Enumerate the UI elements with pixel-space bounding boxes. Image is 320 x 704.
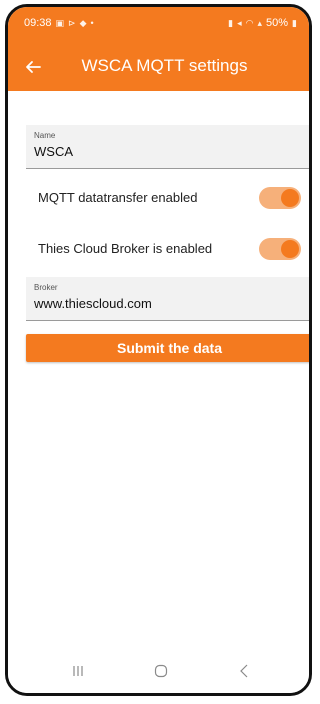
broker-field-label: Broker bbox=[34, 283, 58, 292]
toggle-knob bbox=[281, 240, 299, 258]
name-field-value[interactable]: WSCA bbox=[34, 144, 73, 159]
status-time: 09:38 bbox=[24, 17, 52, 29]
back-icon bbox=[240, 664, 248, 678]
phone-frame: 09:38 ▣ ⊳ ◆ • ▮ ◂ ◠ ▴ 50% ▮ WSCA MQTT se… bbox=[5, 4, 312, 696]
page-title: WSCA MQTT settings bbox=[81, 56, 248, 75]
cast-icon: ⊳ bbox=[68, 17, 76, 28]
image-icon: ▣ bbox=[55, 17, 65, 28]
system-back-button[interactable] bbox=[230, 661, 258, 681]
cloud-broker-row: Thies Cloud Broker is enabled bbox=[26, 227, 309, 271]
mqtt-datatransfer-label: MQTT datatransfer enabled bbox=[38, 190, 198, 205]
dot-icon: • bbox=[90, 18, 94, 28]
toggle-knob bbox=[281, 189, 299, 207]
home-button[interactable] bbox=[147, 661, 175, 681]
mqtt-datatransfer-row: MQTT datatransfer enabled bbox=[26, 176, 309, 220]
settings-content: Name WSCA MQTT datatransfer enabled Thie… bbox=[8, 91, 309, 649]
home-icon bbox=[154, 664, 168, 678]
media-icon: ◆ bbox=[79, 17, 87, 28]
app-bar: WSCA MQTT settings bbox=[8, 43, 309, 91]
name-field-label: Name bbox=[34, 131, 56, 140]
wifi-icon: ◠ bbox=[245, 17, 254, 28]
broker-field[interactable]: Broker www.thiescloud.com bbox=[26, 277, 309, 321]
battery-percent: 50% bbox=[266, 17, 289, 29]
submit-button[interactable]: Submit the data bbox=[26, 334, 309, 362]
cloud-broker-toggle[interactable] bbox=[259, 238, 301, 260]
name-field[interactable]: Name WSCA bbox=[26, 125, 309, 169]
status-bar-left: 09:38 ▣ ⊳ ◆ • bbox=[24, 17, 94, 29]
recent-apps-button[interactable] bbox=[64, 661, 92, 681]
mute-icon: ◂ bbox=[237, 17, 242, 28]
cloud-broker-label: Thies Cloud Broker is enabled bbox=[38, 241, 213, 256]
status-bar: 09:38 ▣ ⊳ ◆ • ▮ ◂ ◠ ▴ 50% ▮ bbox=[8, 7, 309, 43]
broker-field-value[interactable]: www.thiescloud.com bbox=[34, 296, 152, 311]
battery-saver-icon: ▮ bbox=[228, 17, 234, 28]
signal-icon: ▴ bbox=[257, 17, 263, 28]
mqtt-datatransfer-toggle[interactable] bbox=[259, 187, 301, 209]
status-bar-right: ▮ ◂ ◠ ▴ 50% ▮ bbox=[228, 17, 297, 29]
navigation-bar bbox=[8, 649, 309, 693]
recent-apps-icon bbox=[73, 666, 83, 676]
battery-icon: ▮ bbox=[292, 17, 297, 28]
